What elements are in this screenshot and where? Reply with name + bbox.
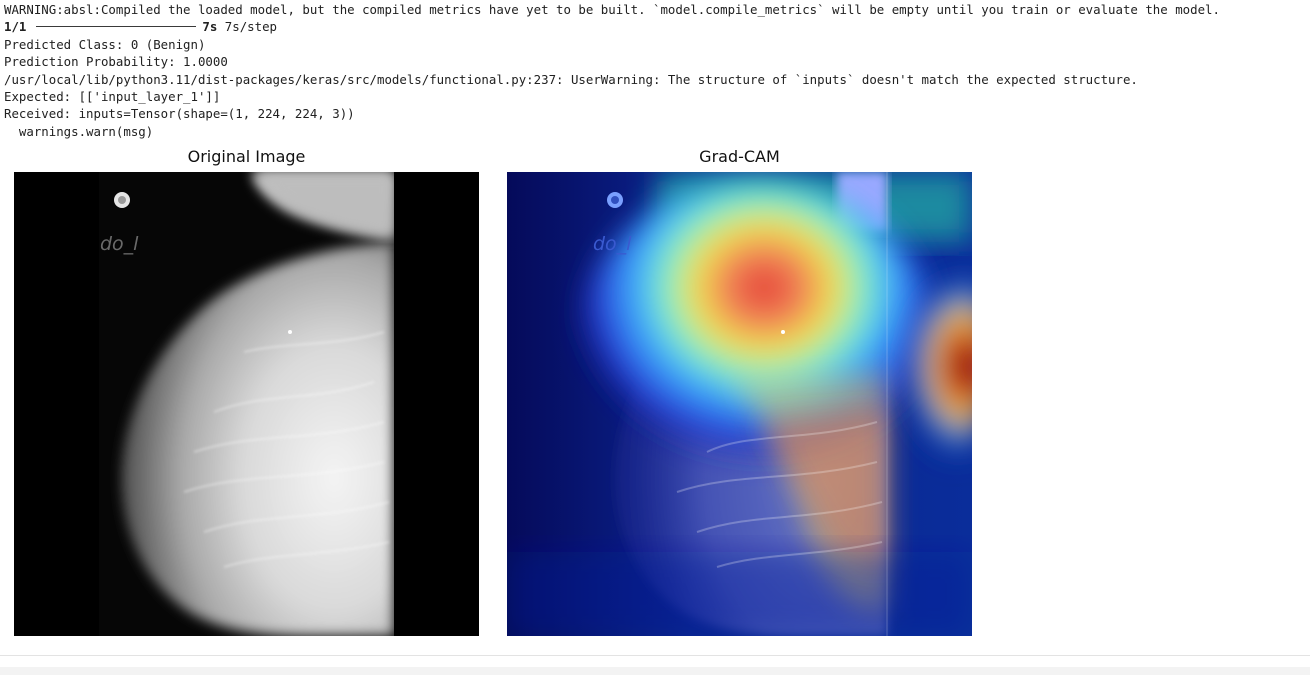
prediction-probability-line: Prediction Probability: 1.0000 xyxy=(4,54,228,70)
cell-divider xyxy=(0,655,1310,656)
gradcam-image: do_l xyxy=(507,172,972,636)
progress-time: 7s xyxy=(202,19,218,35)
next-cell-edge xyxy=(0,667,1310,675)
progress-step: 1/1 xyxy=(4,19,27,35)
warn-call-line: warnings.warn(msg) xyxy=(4,123,154,139)
original-image: do_l xyxy=(14,172,479,636)
film-label-overlay: do_l xyxy=(593,233,632,255)
received-line: Received: inputs=Tensor(shape=(1, 224, 2… xyxy=(4,106,355,122)
cell-output: WARNING:absl:Compiled the loaded model, … xyxy=(4,1,1304,140)
predicted-class-line: Predicted Class: 0 (Benign) xyxy=(4,36,206,52)
progress-line: 1/1 7s 7s/step xyxy=(4,18,1304,35)
original-image-title: Original Image xyxy=(187,147,306,166)
film-label: do_l xyxy=(100,233,139,255)
absl-warning-line: WARNING:absl:Compiled the loaded model, … xyxy=(4,2,1220,17)
progress-rate: 7s/step xyxy=(224,19,277,35)
expected-line: Expected: [['input_layer_1']] xyxy=(4,88,221,104)
user-warning-line: /usr/local/lib/python3.11/dist-packages/… xyxy=(4,71,1138,87)
progress-bar xyxy=(36,26,197,28)
gradcam-title: Grad-CAM xyxy=(699,147,780,166)
